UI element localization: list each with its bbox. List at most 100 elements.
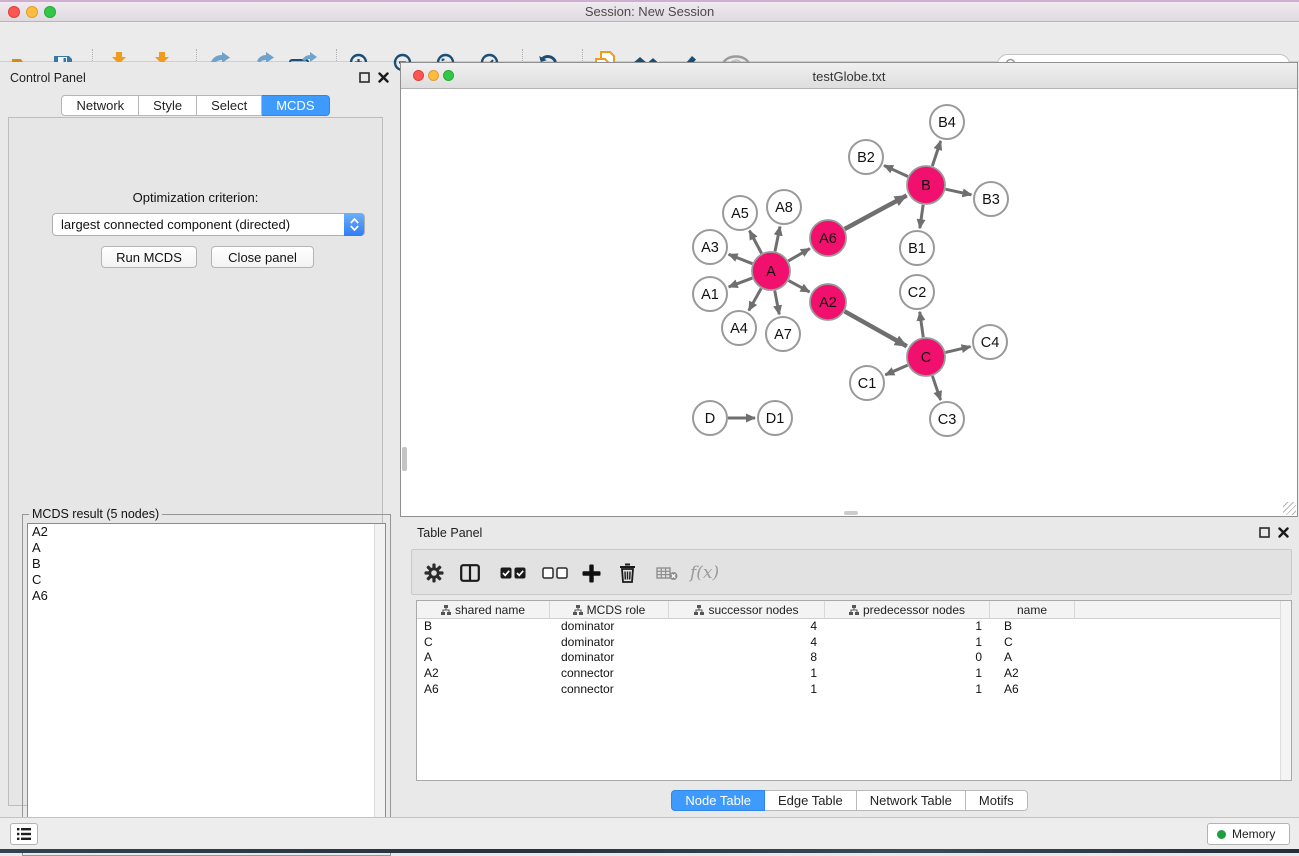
cell-name[interactable]: A2 (990, 666, 1075, 682)
cell-mcds-role[interactable]: dominator (550, 619, 669, 635)
cell-shared-name[interactable]: A (417, 650, 550, 666)
network-edge-A-A5[interactable] (749, 231, 761, 254)
network-node-A6[interactable]: A6 (810, 220, 846, 256)
network-edge-A-A1[interactable] (729, 278, 753, 287)
close-panel-button[interactable]: Close panel (211, 246, 314, 268)
cell-shared-name[interactable]: A2 (417, 666, 550, 682)
network-edge-A-A6[interactable] (788, 249, 810, 261)
table-row[interactable]: Adominator80A (417, 650, 1291, 666)
network-edge-A-A3[interactable] (729, 254, 753, 263)
cell-mcds-role[interactable]: dominator (550, 650, 669, 666)
deselect-all-rows-button[interactable] (542, 560, 568, 586)
mcds-result-item[interactable]: A2 (28, 524, 385, 540)
network-window-titlebar[interactable]: testGlobe.txt (401, 63, 1297, 89)
network-node-D[interactable]: D (693, 401, 727, 435)
tab-style[interactable]: Style (139, 95, 197, 116)
cell-shared-name[interactable]: A6 (417, 682, 550, 698)
canvas-vertical-scroll-thumb[interactable] (402, 447, 407, 471)
node-table[interactable]: shared nameMCDS rolesuccessor nodesprede… (416, 600, 1292, 781)
mcds-result-item[interactable]: B (28, 556, 385, 572)
tab-mcds[interactable]: MCDS (262, 95, 329, 116)
function-builder-button-disabled[interactable]: f(x) (690, 560, 719, 586)
mcds-list-scrollbar[interactable] (374, 524, 385, 849)
cell-successor-nodes[interactable]: 8 (669, 650, 825, 666)
cell-predecessor-nodes[interactable]: 1 (825, 619, 990, 635)
table-vertical-scrollbar[interactable] (1280, 601, 1291, 780)
cell-name[interactable]: A6 (990, 682, 1075, 698)
tab-select[interactable]: Select (197, 95, 262, 116)
network-node-C2[interactable]: C2 (900, 275, 934, 309)
network-edge-C-C3[interactable] (932, 376, 940, 400)
network-edge-A6-B[interactable] (845, 195, 907, 228)
table-row[interactable]: A6connector11A6 (417, 682, 1291, 698)
cell-name[interactable]: B (990, 619, 1075, 635)
float-panel-icon[interactable] (357, 70, 371, 84)
network-node-A[interactable]: A (752, 252, 790, 290)
cell-name[interactable]: C (990, 635, 1075, 651)
mcds-result-item[interactable]: A6 (28, 588, 385, 604)
tab-network[interactable]: Network (61, 95, 139, 116)
network-edge-B-B3[interactable] (946, 189, 972, 195)
network-node-C[interactable]: C (907, 338, 945, 376)
dropdown-stepper-icon[interactable] (344, 213, 364, 236)
column-header-mcds-role[interactable]: MCDS role (550, 601, 669, 619)
close-panel-icon[interactable] (376, 70, 390, 84)
network-node-C3[interactable]: C3 (930, 402, 964, 436)
create-column-button[interactable] (582, 560, 601, 586)
cell-successor-nodes[interactable]: 4 (669, 635, 825, 651)
run-mcds-button[interactable]: Run MCDS (101, 246, 197, 268)
network-canvas[interactable]: AA1A2A3A4A5A6A7A8BB1B2B3B4CC1C2C3C4DD1 (401, 89, 1297, 516)
network-node-A1[interactable]: A1 (693, 277, 727, 311)
network-edge-B-B4[interactable] (932, 141, 940, 166)
network-node-A2[interactable]: A2 (810, 284, 846, 320)
mcds-result-item[interactable]: A (28, 540, 385, 556)
cell-mcds-role[interactable]: connector (550, 682, 669, 698)
cell-mcds-role[interactable]: connector (550, 666, 669, 682)
delete-column-button[interactable] (619, 560, 636, 586)
network-edge-A-A8[interactable] (775, 227, 780, 252)
cell-shared-name[interactable]: C (417, 635, 550, 651)
cell-shared-name[interactable]: B (417, 619, 550, 635)
task-history-button[interactable] (10, 823, 38, 845)
network-edge-A2-C[interactable] (845, 311, 907, 346)
tab-node-table[interactable]: Node Table (671, 790, 765, 811)
optimization-criterion-dropdown[interactable]: largest connected component (directed) (52, 213, 365, 236)
network-node-A3[interactable]: A3 (693, 230, 727, 264)
network-node-B2[interactable]: B2 (849, 140, 883, 174)
network-node-A7[interactable]: A7 (766, 317, 800, 351)
network-node-A8[interactable]: A8 (767, 190, 801, 224)
delete-table-button-disabled[interactable] (656, 560, 678, 586)
network-edge-C-C2[interactable] (920, 312, 924, 337)
float-table-panel-icon[interactable] (1257, 525, 1271, 539)
memory-status-button[interactable]: Memory (1207, 823, 1290, 845)
network-node-C4[interactable]: C4 (973, 325, 1007, 359)
network-edge-A-A4[interactable] (749, 288, 761, 310)
network-node-D1[interactable]: D1 (758, 401, 792, 435)
network-edge-B-B1[interactable] (920, 205, 923, 228)
network-edge-C-C4[interactable] (945, 347, 970, 353)
select-all-rows-button[interactable] (500, 560, 526, 586)
network-node-B1[interactable]: B1 (900, 231, 934, 265)
tab-network-table[interactable]: Network Table (857, 790, 966, 811)
window-resize-grip[interactable] (1283, 502, 1296, 515)
network-node-C1[interactable]: C1 (850, 366, 884, 400)
cell-mcds-role[interactable]: dominator (550, 635, 669, 651)
table-row[interactable]: Cdominator41C (417, 635, 1291, 651)
cell-name[interactable]: A (990, 650, 1075, 666)
cell-successor-nodes[interactable]: 4 (669, 619, 825, 635)
network-edge-B-B2[interactable] (884, 165, 908, 176)
tab-motifs[interactable]: Motifs (966, 790, 1028, 811)
cell-successor-nodes[interactable]: 1 (669, 666, 825, 682)
network-edge-A-A7[interactable] (775, 291, 780, 315)
cell-predecessor-nodes[interactable]: 1 (825, 666, 990, 682)
network-node-B[interactable]: B (907, 166, 945, 204)
mcds-result-item[interactable]: C (28, 572, 385, 588)
network-node-A4[interactable]: A4 (722, 311, 756, 345)
canvas-horizontal-scroll-thumb[interactable] (844, 511, 858, 515)
tab-edge-table[interactable]: Edge Table (765, 790, 857, 811)
table-row[interactable]: A2connector11A2 (417, 666, 1291, 682)
network-node-B4[interactable]: B4 (930, 105, 964, 139)
show-columns-button[interactable] (460, 560, 480, 586)
network-node-B3[interactable]: B3 (974, 182, 1008, 216)
table-settings-button[interactable] (424, 560, 444, 586)
